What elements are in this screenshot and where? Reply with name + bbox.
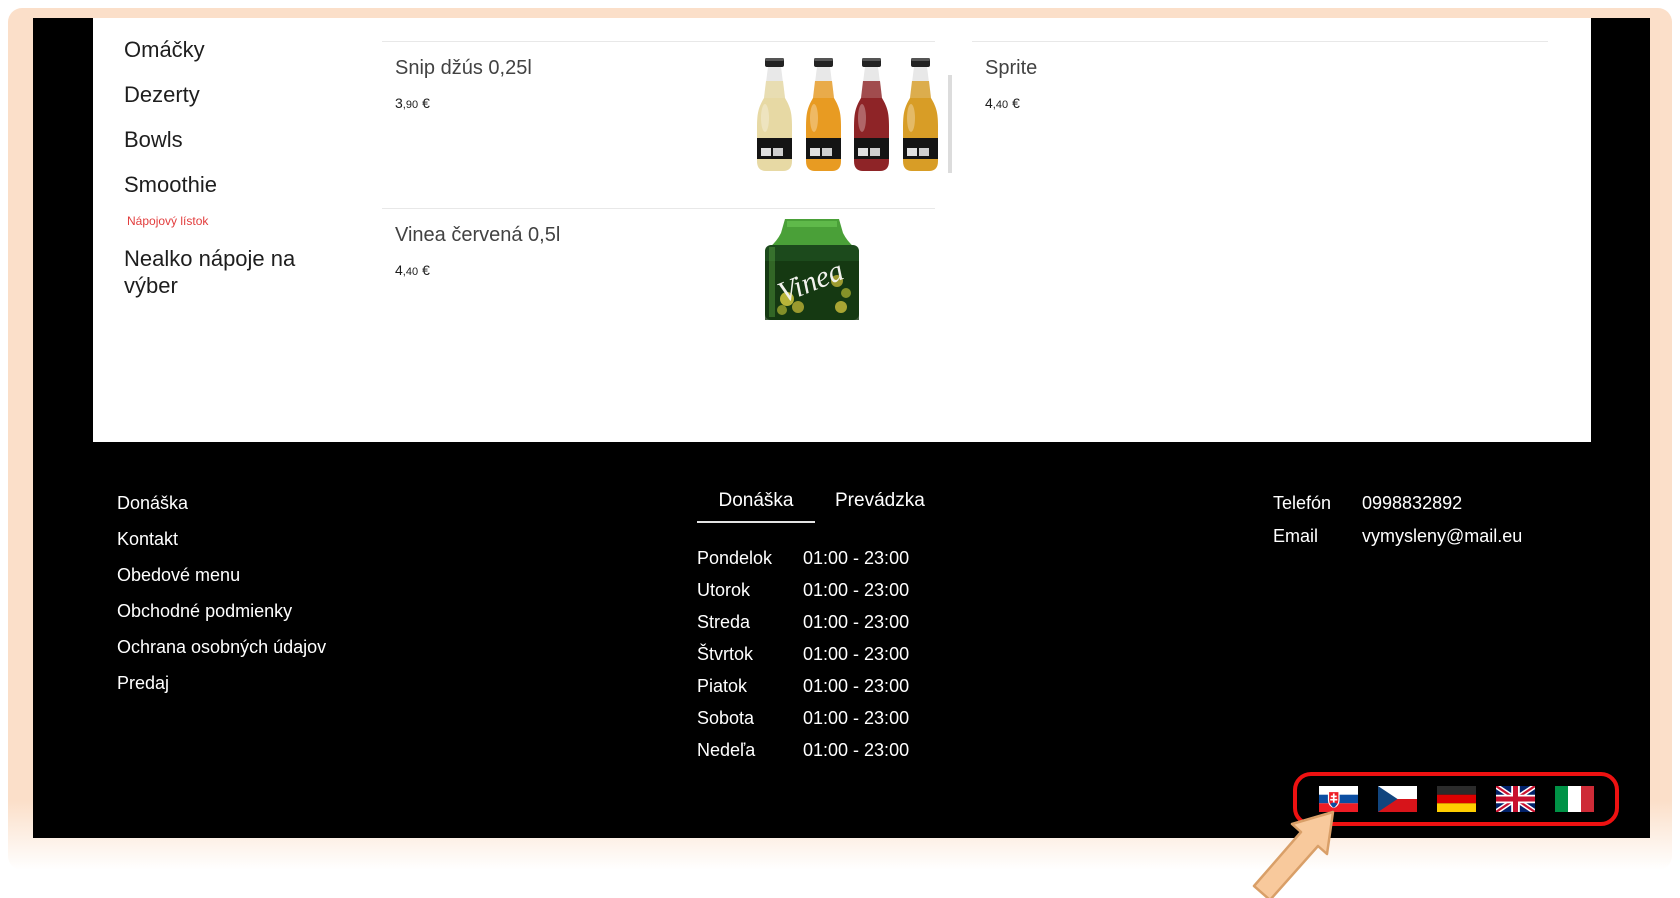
contact-info: Telefón 0998832892 Email vymysleny@mail.… xyxy=(1273,492,1522,558)
sidebar-category-smoothie[interactable]: Smoothie xyxy=(124,169,382,200)
product-price: 3,90€ xyxy=(395,95,430,111)
tab-donaska[interactable]: Donáška xyxy=(697,490,815,523)
opening-hours-row: Utorok01:00 - 23:00 xyxy=(697,574,925,606)
email-label: Email xyxy=(1273,525,1362,547)
sidebar-category-nealko-napoje[interactable]: Nealko nápoje na výber xyxy=(124,245,309,299)
opening-hours-row: Streda01:00 - 23:00 xyxy=(697,606,925,638)
menu-section-label: Nápojový lístok xyxy=(127,214,382,228)
contact-phone-row: Telefón 0998832892 xyxy=(1273,492,1522,514)
opening-hours-table: Pondelok01:00 - 23:00 Utorok01:00 - 23:0… xyxy=(697,542,925,766)
language-flag-english-icon[interactable] xyxy=(1496,786,1535,812)
opening-hours-row: Nedeľa01:00 - 23:00 xyxy=(697,734,925,766)
footer-link-ochrana-udajov[interactable]: Ochrana osobných údajov xyxy=(117,636,326,658)
email-value: vymysleny@mail.eu xyxy=(1362,525,1522,547)
product-column-2: Sprite 4,40€ xyxy=(972,18,1548,442)
footer-link-kontakt[interactable]: Kontakt xyxy=(117,528,326,550)
annotation-highlight-box xyxy=(1293,772,1619,826)
product-row-sprite[interactable]: Sprite 4,40€ xyxy=(972,41,1548,209)
product-name: Sprite xyxy=(985,57,1037,80)
footer-link-obchodne-podmienky[interactable]: Obchodné podmienky xyxy=(117,600,326,622)
product-price: 4,40€ xyxy=(395,262,430,278)
juice-bottles-image xyxy=(752,58,943,173)
product-row-snip-dzus[interactable]: Snip džús 0,25l 3,90€ xyxy=(382,41,935,209)
hours-tabs: Donáška Prevádzka xyxy=(697,490,925,523)
sidebar-category-bowls[interactable]: Bowls xyxy=(124,124,382,155)
phone-label: Telefón xyxy=(1273,492,1362,514)
sidebar-category-dezerty[interactable]: Dezerty xyxy=(124,79,382,110)
cropped-image-edge xyxy=(948,75,952,173)
product-name: Vinea červená 0,5l xyxy=(395,224,560,247)
footer-link-obedove-menu[interactable]: Obedové menu xyxy=(117,564,326,586)
opening-hours-row: Pondelok01:00 - 23:00 xyxy=(697,542,925,574)
product-row-vinea[interactable]: Vinea červená 0,5l 4,40€ Vinea xyxy=(382,208,935,443)
product-price: 4,40€ xyxy=(985,95,1020,111)
product-column-1: Snip džús 0,25l 3,90€ xyxy=(382,18,935,442)
opening-hours-row: Piatok01:00 - 23:00 xyxy=(697,670,925,702)
page-background: Omáčky Dezerty Bowls Smoothie Nápojový l… xyxy=(33,18,1650,838)
footer-link-predaj[interactable]: Predaj xyxy=(117,672,326,694)
opening-hours-row: Štvrtok01:00 - 23:00 xyxy=(697,638,925,670)
sidebar-category-omacky[interactable]: Omáčky xyxy=(124,34,382,65)
contact-email-row: Email vymysleny@mail.eu xyxy=(1273,525,1522,547)
footer-nav: Donáška Kontakt Obedové menu Obchodné po… xyxy=(117,492,326,708)
product-name: Snip džús 0,25l xyxy=(395,57,532,80)
opening-hours-row: Sobota01:00 - 23:00 xyxy=(697,702,925,734)
language-flag-slovak-icon[interactable] xyxy=(1319,786,1358,812)
phone-value: 0998832892 xyxy=(1362,492,1462,514)
footer-link-donaska[interactable]: Donáška xyxy=(117,492,326,514)
language-flag-czech-icon[interactable] xyxy=(1378,786,1417,812)
vinea-bottle-image: Vinea xyxy=(757,219,867,320)
language-flag-german-icon[interactable] xyxy=(1437,786,1476,812)
tab-prevadzka[interactable]: Prevádzka xyxy=(835,490,925,512)
language-flag-italian-icon[interactable] xyxy=(1555,786,1594,812)
main-content: Omáčky Dezerty Bowls Smoothie Nápojový l… xyxy=(93,18,1591,442)
category-sidebar: Omáčky Dezerty Bowls Smoothie Nápojový l… xyxy=(93,18,382,442)
opening-hours-panel: Donáška Prevádzka Pondelok01:00 - 23:00 … xyxy=(697,490,925,766)
